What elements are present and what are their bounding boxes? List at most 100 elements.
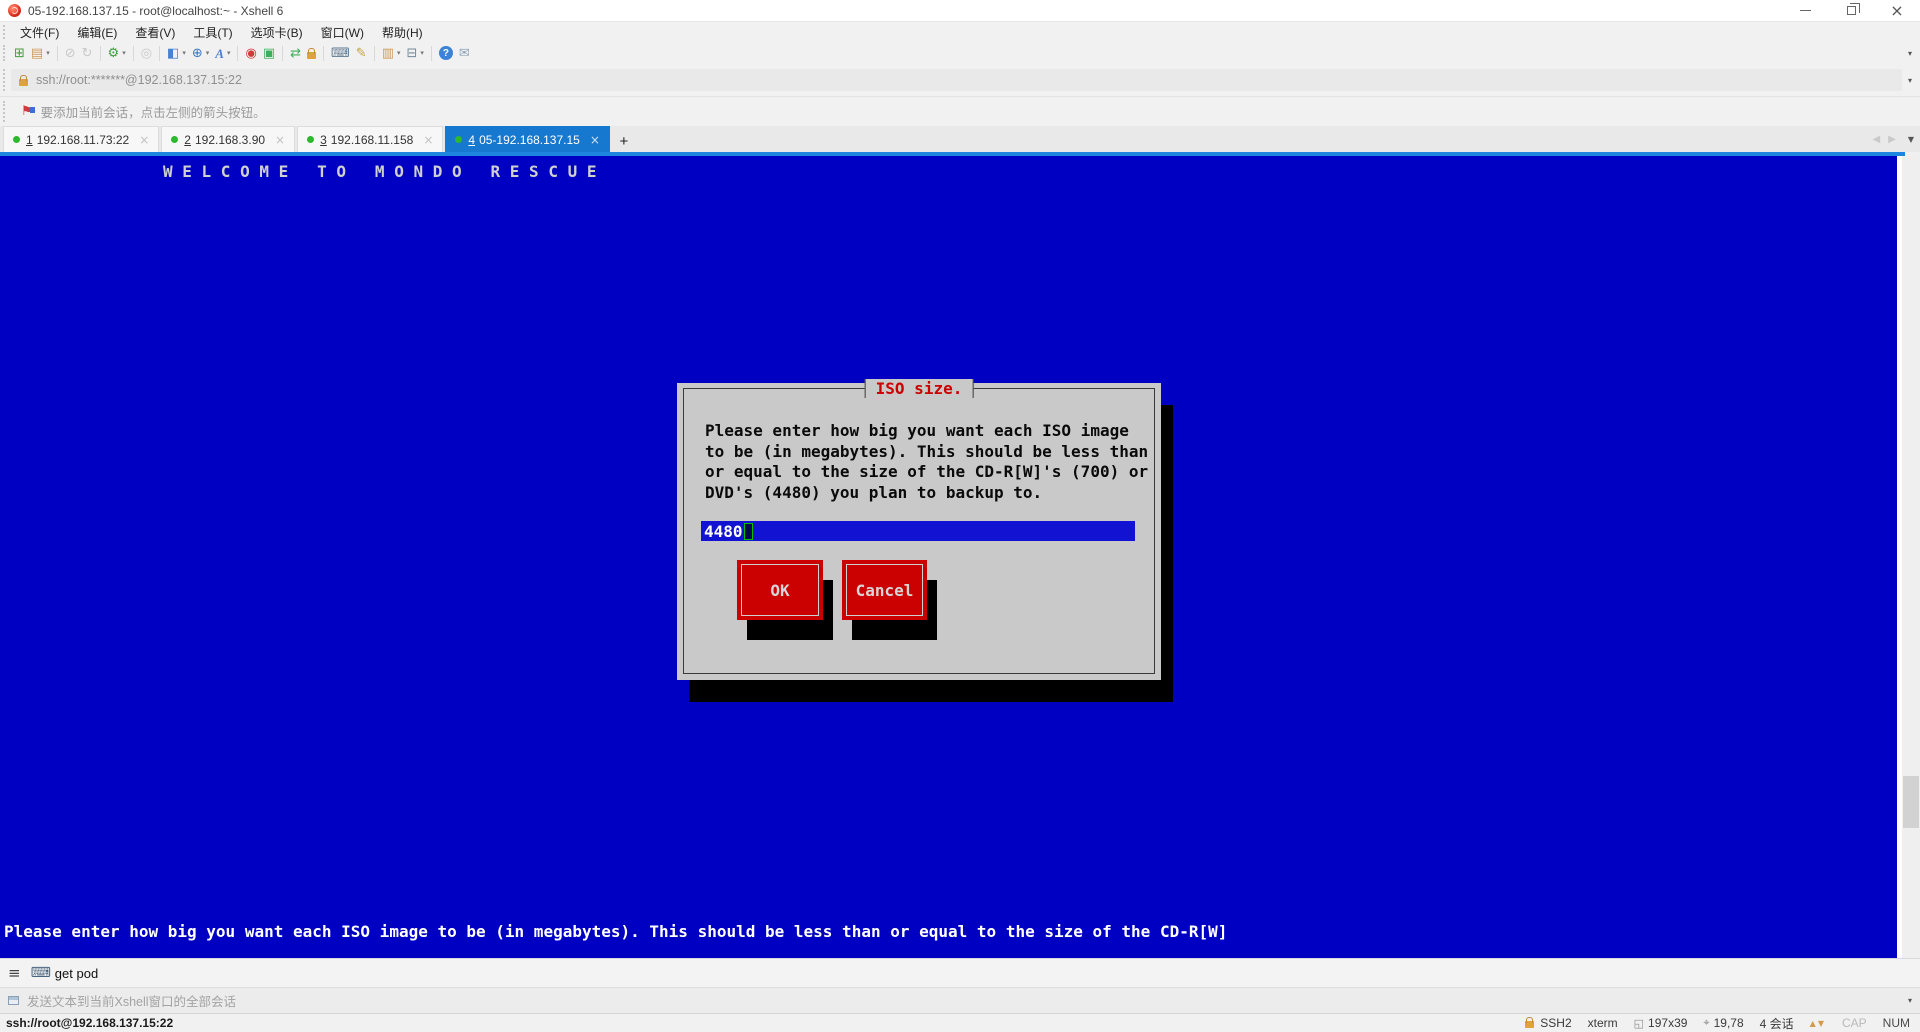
scrollbar-thumb[interactable] (1903, 776, 1919, 828)
restore-button[interactable] (1828, 0, 1874, 21)
menu-edit[interactable]: 编辑(E) (68, 22, 126, 42)
minimize-button[interactable] (1782, 0, 1828, 21)
status-terminal-size: ◱197x39 (1634, 1016, 1688, 1030)
status-right-cluster: SSH2 xterm ◱197x39 ⌖19,78 4 会话 ▲▼ CAP NU… (1509, 1015, 1910, 1032)
virtual-keyboard-button[interactable]: ⌨ (328, 43, 353, 63)
message-button[interactable]: ✉ (456, 43, 473, 63)
disconnect-icon: ⊘ (65, 47, 76, 60)
send-text-dropdown-button[interactable]: ▾ (1908, 996, 1912, 1005)
tab-scroll-right-icon[interactable]: ▶ (1888, 134, 1896, 145)
help-icon: ? (439, 46, 453, 60)
highlight-button[interactable]: ✎ (353, 43, 370, 63)
message-icon: ✉ (459, 47, 470, 60)
new-session-button[interactable]: ⊞ (11, 43, 28, 63)
terminal-prompt-line: Please enter how big you want each ISO i… (4, 922, 1227, 941)
menu-file[interactable]: 文件(F) (11, 22, 68, 42)
xshell-session-icon: ◉ (245, 47, 256, 60)
address-gripper[interactable] (3, 69, 7, 91)
chevron-down-icon: ▾ (182, 49, 186, 57)
tab-session-4-active[interactable]: 4 05-192.168.137.15 × (445, 126, 610, 152)
tab-close-icon[interactable]: × (275, 133, 285, 147)
menu-view[interactable]: 查看(V) (126, 22, 184, 42)
notification-gripper (3, 101, 7, 121)
caps-lock-indicator: CAP (1842, 1016, 1867, 1030)
flag-icon[interactable]: ⚑ (21, 104, 33, 119)
tab-list-dropdown-button[interactable]: ▼ (1908, 135, 1914, 144)
new-tab-button[interactable]: + (614, 130, 634, 152)
fullscreen-button[interactable]: ⇄ (287, 43, 304, 63)
menu-tools[interactable]: 工具(T) (184, 22, 241, 42)
tab-scroll-left-icon[interactable]: ◀ (1872, 134, 1880, 145)
chevron-down-icon: ▾ (227, 49, 231, 57)
terminal-screen[interactable]: W E L C O M E T O M O N D O R E S C U E … (0, 156, 1920, 958)
toolbar-gripper[interactable] (3, 45, 7, 60)
toolbar-overflow-button[interactable]: ▾ (1908, 49, 1912, 58)
tab-close-icon[interactable]: × (423, 133, 433, 147)
close-icon: × (1890, 3, 1903, 19)
iso-size-dialog: ISO size. Please enter how big you want … (677, 383, 1161, 680)
web-button[interactable]: ⊕▾ (189, 43, 212, 63)
toolbar-separator (57, 46, 58, 61)
terminal-scrollbar[interactable] (1902, 156, 1920, 958)
menu-window[interactable]: 窗口(W) (312, 22, 373, 42)
menu-tab[interactable]: 选项卡(B) (242, 22, 312, 42)
tab-session-2[interactable]: 2 192.168.3.90 × (161, 126, 295, 152)
menu-bar: 文件(F) 编辑(E) 查看(V) 工具(T) 选项卡(B) 窗口(W) 帮助(… (0, 22, 1920, 42)
font-button[interactable]: A▾ (212, 43, 233, 63)
session-properties-button[interactable]: ⚙▾ (105, 43, 129, 63)
quick-command-button[interactable]: get pod (55, 966, 98, 981)
help-button[interactable]: ? (436, 43, 456, 63)
status-session-count: 4 会话 (1760, 1015, 1794, 1032)
lock-icon (307, 52, 316, 59)
iso-size-input-value: 4480 (704, 522, 743, 541)
tab-number: 1 (26, 133, 33, 147)
chevron-down-icon: ▾ (397, 49, 401, 57)
color-scheme-button[interactable]: ◧▾ (164, 43, 189, 63)
send-text-input[interactable]: 发送文本到当前Xshell窗口的全部会话 (27, 991, 236, 1010)
text-cursor (744, 523, 753, 540)
cancel-button[interactable]: Cancel (842, 560, 927, 620)
dialog-title: ISO size. (865, 379, 974, 398)
tab-bar: 1 192.168.11.73:22 × 2 192.168.3.90 × 3 … (0, 126, 1920, 152)
file-transfer-button[interactable]: ▥▾ (379, 43, 404, 63)
connected-dot-icon (171, 136, 178, 143)
session-up-down-icons[interactable]: ▲▼ (1810, 1019, 1826, 1028)
font-icon: A (215, 47, 224, 60)
toolbar-separator (237, 46, 238, 61)
ok-button[interactable]: OK (737, 560, 823, 620)
open-session-button[interactable]: ▤▾ (28, 43, 53, 63)
terminal-size-value: 197x39 (1648, 1016, 1687, 1030)
disconnect-button[interactable]: ⊘ (62, 43, 79, 63)
reconnect-button[interactable]: ↻ (79, 43, 96, 63)
layout-icon: ⊟ (407, 47, 418, 60)
tab-session-1[interactable]: 1 192.168.11.73:22 × (3, 126, 159, 152)
toolbar-separator (282, 46, 283, 61)
iso-size-input[interactable]: 4480 (701, 521, 1135, 541)
quick-command-bar: ≡ ⌨ get pod (0, 958, 1920, 987)
connected-dot-icon (307, 136, 314, 143)
menu-gripper[interactable] (3, 25, 7, 39)
tab-number: 2 (184, 133, 191, 147)
address-dropdown-button[interactable]: ▾ (1908, 76, 1912, 85)
hamburger-menu-icon[interactable]: ≡ (8, 964, 21, 982)
tab-session-3[interactable]: 3 192.168.11.158 × (297, 126, 443, 152)
xftp-button[interactable]: ▣ (260, 43, 278, 63)
welcome-banner: W E L C O M E T O M O N D O R E S C U E (163, 162, 596, 181)
xshell-session-button[interactable]: ◉ (242, 43, 259, 63)
tab-label: 192.168.11.158 (331, 133, 414, 147)
cursor-position-icon: ⌖ (1703, 1016, 1709, 1030)
layout-button[interactable]: ⊟▾ (404, 43, 427, 63)
num-lock-indicator: NUM (1883, 1016, 1910, 1030)
toolbar-separator (100, 46, 101, 61)
cursor-position-value: 19,78 (1714, 1016, 1744, 1030)
toolbar-separator (374, 46, 375, 61)
toolbar: ⊞ ▤▾ ⊘ ↻ ⚙▾ ◎ ◧▾ ⊕▾ A▾ ◉ ▣ ⇄ ⌨ ✎ ▥▾ ⊟▾ ?… (0, 42, 1920, 64)
tab-close-icon[interactable]: × (139, 133, 149, 147)
send-text-bar: 发送文本到当前Xshell窗口的全部会话 ▾ (0, 987, 1920, 1013)
tab-close-icon[interactable]: × (590, 133, 600, 147)
find-button[interactable]: ◎ (138, 43, 155, 63)
lock-keyboard-button[interactable] (304, 43, 319, 63)
menu-help[interactable]: 帮助(H) (373, 22, 432, 42)
close-button[interactable]: × (1874, 0, 1920, 21)
address-field[interactable]: ssh://root:*******@192.168.137.15:22 (11, 69, 1902, 91)
